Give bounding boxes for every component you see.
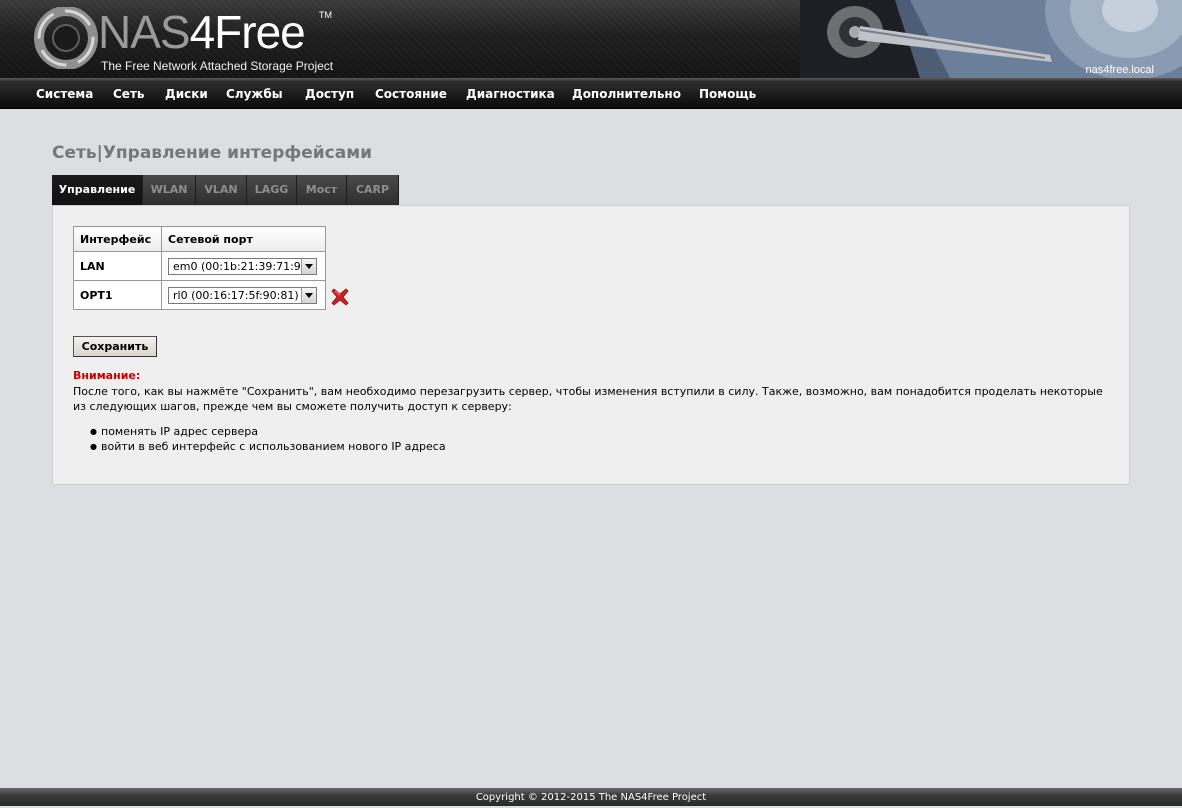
- chevron-down-icon[interactable]: [301, 258, 316, 274]
- interface-table: Интерфейс Сетевой порт LAN em0 (00:1b:21…: [73, 226, 326, 310]
- delete-icon[interactable]: [331, 288, 349, 306]
- nav-item-help[interactable]: Помощь: [699, 78, 756, 108]
- main-nav: Система Сеть Диски Службы Доступ Состоян…: [0, 78, 1182, 109]
- tab-lagg[interactable]: LAGG: [247, 175, 297, 205]
- trademark: TM: [319, 10, 332, 20]
- tab-vlan[interactable]: VLAN: [196, 175, 247, 205]
- nav-item-diagnostics[interactable]: Диагностика: [466, 78, 555, 108]
- table-row: LAN em0 (00:1b:21:39:71:98): [73, 251, 326, 281]
- nav-item-system[interactable]: Система: [36, 78, 93, 108]
- footer-copyright: Copyright © 2012-2015 The NAS4Free Proje…: [0, 788, 1182, 806]
- warning-text: После того, как вы нажмёте "Сохранить", …: [73, 385, 1103, 413]
- port-select-value: rl0 (00:16:17:5f:90:81): [173, 288, 299, 302]
- hostname: nas4free.local: [1085, 64, 1155, 76]
- save-button[interactable]: Сохранить: [73, 336, 157, 357]
- list-item: войти в веб интерфейс с использованием н…: [90, 439, 446, 454]
- nav-item-access[interactable]: Доступ: [305, 78, 354, 108]
- port-select-value: em0 (00:1b:21:39:71:98): [173, 259, 313, 273]
- table-header-row: Интерфейс Сетевой порт: [73, 226, 326, 252]
- nav-item-services[interactable]: Службы: [226, 78, 283, 108]
- warning-steps: поменять IP адрес сервера войти в веб ин…: [73, 424, 446, 454]
- page-title: Сеть|Управление интерфейсами: [52, 143, 373, 163]
- interface-name: LAN: [73, 251, 162, 281]
- tab-carp[interactable]: CARP: [347, 175, 399, 205]
- nav-item-network[interactable]: Сеть: [113, 78, 145, 108]
- port-cell: rl0 (00:16:17:5f:90:81): [161, 280, 326, 310]
- content-panel: Интерфейс Сетевой порт LAN em0 (00:1b:21…: [52, 205, 1130, 485]
- list-item: поменять IP адрес сервера: [90, 424, 446, 439]
- nav-item-advanced[interactable]: Дополнительно: [572, 78, 681, 108]
- port-cell: em0 (00:1b:21:39:71:98): [161, 251, 326, 281]
- tab-wlan[interactable]: WLAN: [143, 175, 196, 205]
- interface-name: OPT1: [73, 280, 162, 310]
- column-header-port: Сетевой порт: [161, 226, 326, 252]
- port-select-lan[interactable]: em0 (00:1b:21:39:71:98): [168, 257, 317, 275]
- brand-free: 4Free: [189, 6, 306, 58]
- header-banner: NAS4Free TM The Free Network Attached St…: [0, 0, 1182, 78]
- brand-tagline: The Free Network Attached Storage Projec…: [101, 59, 334, 73]
- brand-name: NAS4Free: [98, 4, 306, 60]
- tab-management[interactable]: Управление: [52, 175, 143, 205]
- tab-bridge[interactable]: Мост: [297, 175, 347, 205]
- logo-ring-icon: [34, 7, 98, 69]
- brand-nas: NAS: [98, 6, 191, 58]
- nav-item-disks[interactable]: Диски: [165, 78, 208, 108]
- nav-item-status[interactable]: Состояние: [375, 78, 447, 108]
- warning-title: Внимание:: [73, 369, 141, 382]
- port-select-opt1[interactable]: rl0 (00:16:17:5f:90:81): [168, 286, 317, 304]
- table-row: OPT1 rl0 (00:16:17:5f:90:81): [73, 280, 326, 310]
- chevron-down-icon[interactable]: [301, 287, 316, 303]
- column-header-interface: Интерфейс: [73, 226, 162, 252]
